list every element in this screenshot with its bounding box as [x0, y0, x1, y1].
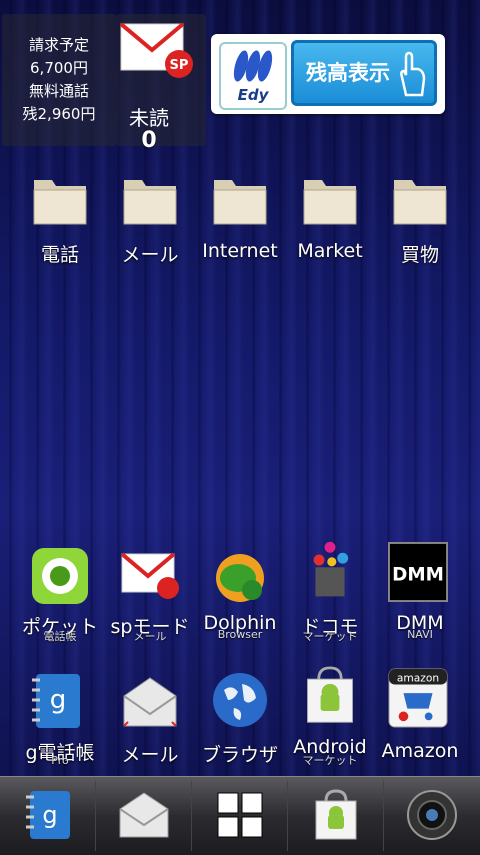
app-sublabel-g-phonebook: Pro [51, 754, 69, 767]
edy-logo-icon [233, 50, 273, 82]
android-market-icon [315, 789, 357, 840]
balance-display-button[interactable]: 残高表示 [291, 40, 437, 106]
tap-hand-icon [400, 51, 426, 97]
svg-text:g: g [42, 801, 57, 829]
folder-icon[interactable] [32, 172, 88, 228]
mail-icon [119, 792, 169, 838]
svg-text:g: g [50, 685, 67, 715]
sp-mail-unread-widget[interactable]: SP 未読 0 [116, 14, 206, 153]
dock-android-market[interactable] [288, 781, 384, 851]
edy-widget[interactable]: Edy 残高表示 [211, 34, 445, 114]
edy-logo-text: Edy [237, 86, 269, 104]
pocket-phonebook-icon[interactable] [30, 546, 90, 606]
app-label-amazon: Amazon [381, 740, 459, 762]
unread-count: 0 [141, 128, 157, 153]
android-market-icon[interactable] [300, 666, 360, 726]
dock-app-drawer[interactable] [192, 781, 288, 851]
app-sublabel-pocket: 電話帳 [43, 630, 77, 643]
edy-logo: Edy [219, 42, 287, 110]
app-drawer-grid-icon [217, 792, 263, 838]
amazon-icon[interactable]: amazon [388, 668, 448, 728]
app-sublabel-docomo: マーケット [302, 630, 358, 643]
app-sublabel-dolphin: Browser [217, 628, 263, 641]
browser-globe-icon[interactable] [210, 670, 270, 730]
dock-phonebook[interactable]: g [0, 781, 96, 851]
dolphin-browser-icon[interactable] [210, 546, 270, 606]
folder-icon[interactable] [392, 172, 448, 228]
free-call-label: 無料通話 [28, 82, 89, 100]
dmm-logo-text: DMM [392, 565, 444, 586]
billing-label: 請求予定 [28, 36, 89, 54]
folder-icon[interactable] [212, 172, 268, 228]
balance-display-label: 残高表示 [306, 61, 390, 85]
app-label-mail: メール [121, 744, 179, 766]
unread-label: 未読 [129, 106, 169, 130]
g-phonebook-icon: g [26, 791, 70, 839]
billing-widget[interactable]: 請求予定 6,700円 無料通話 残2,960円 [2, 14, 116, 146]
app-label-browser: ブラウザ [201, 744, 278, 766]
docomo-market-icon[interactable] [300, 540, 360, 600]
app-sublabel-sp-mode: メール [133, 630, 167, 643]
dock-mail[interactable] [96, 781, 192, 851]
folder-label-phone: 電話 [40, 244, 79, 266]
sp-mode-mail-icon[interactable] [120, 546, 180, 606]
mail-icon[interactable] [120, 672, 180, 732]
camera-lens-icon [407, 790, 457, 840]
free-call-remaining: 残2,960円 [22, 105, 96, 123]
folder-label-internet: Internet [202, 240, 278, 262]
folder-label-market: Market [297, 240, 363, 262]
g-phonebook-icon[interactable]: g [26, 670, 86, 730]
dmm-navi-icon[interactable]: DMM [388, 542, 448, 602]
folder-label-mail: メール [121, 244, 179, 266]
folder-label-shopping: 買物 [400, 244, 439, 266]
billing-amount: 6,700円 [30, 59, 88, 77]
amazon-logo-text: amazon [397, 672, 439, 685]
sp-badge-text: SP [170, 58, 189, 73]
folder-icon[interactable] [122, 172, 178, 228]
dock-bar: g [0, 776, 480, 855]
app-sublabel-android-market: マーケット [302, 754, 358, 767]
dock-camera[interactable] [384, 781, 479, 851]
envelope-icon: SP [119, 22, 193, 78]
folder-icon[interactable] [302, 172, 358, 228]
app-sublabel-dmm: NAVI [407, 628, 433, 641]
